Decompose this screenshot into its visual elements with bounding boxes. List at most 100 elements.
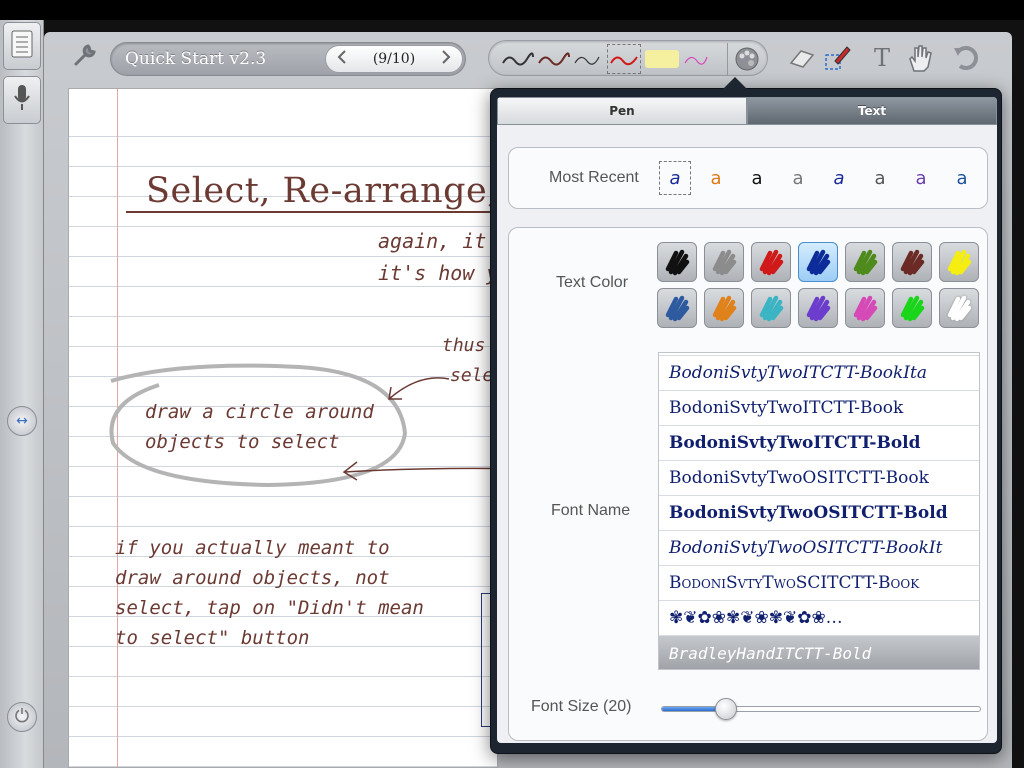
left-rail: ↔ (0, 20, 44, 768)
page-navigator: (9/10) (325, 45, 463, 73)
heading-underline (126, 211, 497, 213)
power-icon (14, 707, 30, 727)
tab-pen[interactable]: Pen (497, 97, 747, 125)
font-list-item[interactable]: BodoniSvtyTwoITCTT-Bold (659, 426, 979, 461)
text-color-swatch[interactable] (704, 242, 744, 282)
pen-stroke-icon (502, 52, 534, 66)
next-page-button[interactable] (440, 49, 452, 69)
recent-style-item[interactable]: a (700, 161, 732, 195)
lasso-select-icon (825, 46, 851, 70)
prev-page-button[interactable] (336, 49, 348, 69)
scribble-icon (853, 249, 878, 276)
highlighter-preset[interactable] (645, 50, 679, 68)
font-list-item[interactable]: BodoniSvtyTwoOSITCTT-BookIt (659, 531, 979, 566)
font-size-label: Font Size (20) (531, 698, 632, 715)
font-list-item[interactable]: BodoniSvtyTwoOSITCTT-Bold (659, 496, 979, 531)
undo-button[interactable] (950, 42, 982, 74)
font-size-slider-thumb[interactable] (715, 698, 738, 720)
text-color-swatch[interactable] (845, 242, 885, 282)
selection-tool-button[interactable] (822, 42, 854, 74)
text-color-swatch[interactable] (657, 242, 697, 282)
notebook-page[interactable]: Select, Re-arrange, again, it's it's how… (68, 88, 498, 768)
scribble-icon (712, 249, 737, 276)
scribble-icon (900, 295, 925, 322)
scribble-icon (900, 249, 925, 276)
tab-text[interactable]: Text (747, 97, 997, 125)
page-indicator[interactable]: (9/10) (373, 51, 415, 67)
color-palette-button[interactable] (727, 43, 765, 75)
power-button[interactable] (7, 702, 37, 732)
text-color-swatch[interactable] (704, 288, 744, 328)
pen-preset-1[interactable] (501, 47, 535, 75)
recent-style-item[interactable]: a (905, 161, 937, 195)
recent-style-item[interactable]: a (946, 161, 978, 195)
recent-style-item[interactable]: a (864, 161, 896, 195)
pen-tray (488, 40, 768, 76)
font-size-slider[interactable] (661, 698, 981, 720)
scribble-icon (759, 295, 784, 322)
pen-preset-2[interactable] (537, 47, 571, 75)
pen-stroke-icon (684, 56, 708, 65)
scribble-icon (947, 249, 972, 276)
text-color-swatch[interactable] (798, 288, 838, 328)
most-recent-group: Most Recent aaaaaaaa (508, 147, 988, 209)
audio-record-button[interactable] (3, 76, 41, 124)
document-title-bar[interactable]: Quick Start v2.3 (9/10) (110, 42, 466, 76)
font-size-row: Font Size (20) (509, 698, 989, 738)
scribble-icon (853, 295, 878, 322)
recent-style-item[interactable]: a (782, 161, 814, 195)
pen-stroke-icon (610, 56, 638, 66)
font-list[interactable]: BodoniSvtyTwoITCTT-BookIta BodoniSvtyTwoI… (658, 352, 980, 670)
most-recent-label: Most Recent (549, 169, 639, 186)
text-color-swatch[interactable] (939, 242, 979, 282)
palette-icon (735, 47, 758, 71)
font-list-item[interactable]: BodoniSvtyTwoITCTT-Book (659, 391, 979, 426)
font-rows: BodoniSvtyTwoITCTT-BookIta BodoniSvtyTwoI… (659, 356, 979, 669)
scribble-icon (806, 295, 831, 322)
pan-tool-button[interactable] (904, 42, 936, 74)
font-list-item[interactable]: BodoniSvtyTwoSCITCTT-Book (659, 566, 979, 601)
pen-preset-5[interactable] (683, 47, 709, 75)
eraser-tool-button[interactable] (786, 42, 818, 74)
scribble-icon (947, 295, 972, 322)
toolbar: Quick Start v2.3 (9/10) T (44, 32, 1012, 86)
recent-style-item[interactable]: a (659, 161, 691, 195)
tip-line: to select" button (115, 627, 310, 649)
text-color-swatch[interactable] (939, 288, 979, 328)
eraser-icon (789, 50, 815, 68)
font-list-item[interactable]: BodoniSvtyTwoITCTT-BookIta (659, 356, 979, 391)
chevron-left-icon (337, 50, 346, 64)
pen-stroke-icon (574, 56, 600, 65)
text-style-popover: Pen Text Most Recent aaaaaaaa Text Color… (490, 77, 1002, 754)
recent-style-item[interactable]: a (823, 161, 855, 195)
settings-button[interactable] (68, 42, 100, 74)
status-bar (0, 0, 1024, 20)
text-color-swatch[interactable] (751, 288, 791, 328)
text-color-swatch[interactable] (657, 288, 697, 328)
pen-preset-4-selected[interactable] (607, 44, 641, 74)
text-color-swatch[interactable] (751, 242, 791, 282)
text-color-swatch[interactable] (892, 242, 932, 282)
document-title[interactable]: Quick Start v2.3 (125, 49, 266, 69)
tip-line: if you actually meant to (115, 537, 390, 559)
circle-note-line: objects to select (145, 431, 340, 453)
scribble-icon (665, 295, 690, 322)
recent-style-item[interactable]: a (741, 161, 773, 195)
wrench-icon (70, 42, 98, 74)
font-list-item[interactable]: ✾❦✿❀✾❦❀✾❦✿❀… (659, 601, 979, 636)
hand-icon (909, 45, 932, 72)
text-color-swatch[interactable] (845, 288, 885, 328)
toggle-sidebar-button[interactable]: ↔ (7, 406, 37, 436)
popover-content: Pen Text Most Recent aaaaaaaa Text Color… (497, 97, 997, 743)
scribble-icon (806, 249, 831, 276)
circle-note-line: draw a circle around (145, 401, 374, 423)
text-color-swatch[interactable] (892, 288, 932, 328)
pen-preset-3[interactable] (573, 47, 603, 75)
text-color-swatch[interactable] (798, 242, 838, 282)
app-window: ↔ Quick Start v2.3 (9/10) T Select, Re-a… (0, 0, 1024, 768)
font-list-item[interactable]: BradleyHandITCTT-Bold (659, 636, 979, 669)
text-tool-icon: T (873, 44, 890, 72)
font-list-item[interactable]: BodoniSvtyTwoOSITCTT-Book (659, 461, 979, 496)
text-tool-button[interactable]: T (866, 42, 898, 74)
page-list-button[interactable] (3, 22, 41, 70)
